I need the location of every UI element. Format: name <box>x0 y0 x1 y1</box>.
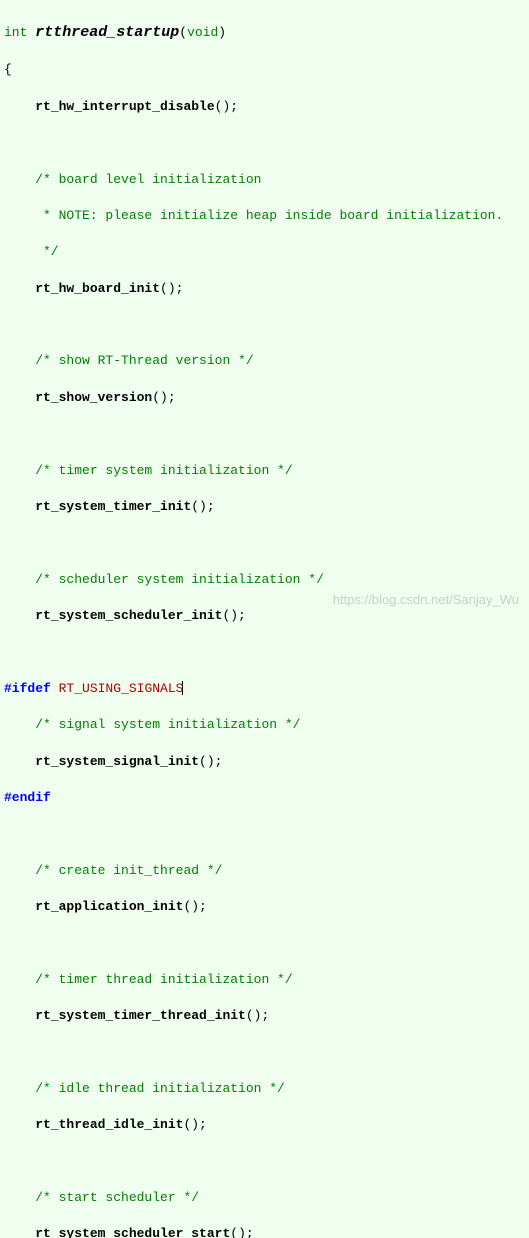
line-blank-2 <box>4 316 529 334</box>
line-comment-board1: /* board level initialization <box>4 171 529 189</box>
line-blank-7 <box>4 934 529 952</box>
code-block: int rtthread_startup(void) { rt_hw_inter… <box>0 0 529 1238</box>
line-blank-9 <box>4 1153 529 1171</box>
line-call-signal: rt_system_signal_init(); <box>4 753 529 771</box>
paren-open: ( <box>179 25 187 40</box>
line-comment-start: /* start scheduler */ <box>4 1189 529 1207</box>
line-blank-1 <box>4 134 529 152</box>
text-cursor <box>182 681 183 695</box>
paren-close: ) <box>218 25 226 40</box>
line-blank-6 <box>4 825 529 843</box>
line-comment-board2: * NOTE: please initialize heap inside bo… <box>4 207 529 225</box>
line-blank-8 <box>4 1044 529 1062</box>
line-blank-3 <box>4 425 529 443</box>
arg-void: void <box>187 25 218 40</box>
line-comment-signal: /* signal system initialization */ <box>4 716 529 734</box>
line-call-app: rt_application_init(); <box>4 898 529 916</box>
line-call-board: rt_hw_board_init(); <box>4 280 529 298</box>
line-call-idle: rt_thread_idle_init(); <box>4 1116 529 1134</box>
line-comment-board3: */ <box>4 243 529 261</box>
line-endif: #endif <box>4 789 529 807</box>
line-comment-timer: /* timer system initialization */ <box>4 462 529 480</box>
line-blank-5 <box>4 643 529 661</box>
line-comment-sched: /* scheduler system initialization */ <box>4 571 529 589</box>
line-blank-4 <box>4 534 529 552</box>
line-ifdef: #ifdef RT_USING_SIGNALS <box>4 680 529 698</box>
line-comment-app: /* create init_thread */ <box>4 862 529 880</box>
line-comment-idle: /* idle thread initialization */ <box>4 1080 529 1098</box>
line-call-timer: rt_system_timer_init(); <box>4 498 529 516</box>
line-call-tthread: rt_system_timer_thread_init(); <box>4 1007 529 1025</box>
line-comment-tthread: /* timer thread initialization */ <box>4 971 529 989</box>
type-int: int <box>4 25 27 40</box>
line-fn-decl: int rtthread_startup(void) <box>4 22 529 43</box>
line-comment-version: /* show RT-Thread version */ <box>4 352 529 370</box>
line-call-start: rt_system_scheduler_start(); <box>4 1225 529 1238</box>
line-brace-open: { <box>4 61 529 79</box>
line-call-version: rt_show_version(); <box>4 389 529 407</box>
function-name: rtthread_startup <box>35 24 179 41</box>
line-call-disable: rt_hw_interrupt_disable(); <box>4 98 529 116</box>
line-call-sched: rt_system_scheduler_init(); <box>4 607 529 625</box>
